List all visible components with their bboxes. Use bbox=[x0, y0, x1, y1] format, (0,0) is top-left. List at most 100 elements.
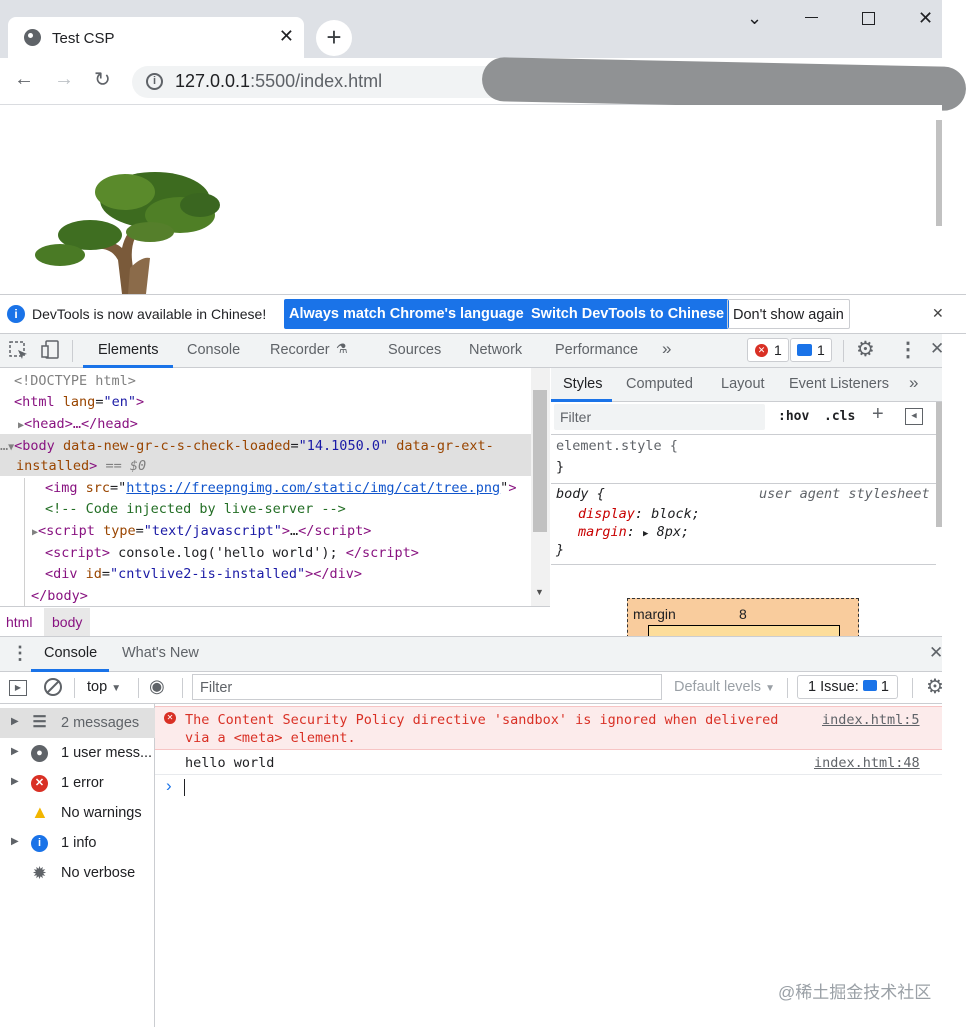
more-tabs-icon[interactable]: » bbox=[909, 373, 918, 393]
cls-toggle[interactable]: .cls bbox=[824, 409, 855, 424]
prompt-chevron-icon: › bbox=[166, 776, 172, 795]
elements-scrollbar[interactable]: ▼ bbox=[531, 368, 550, 606]
styles-tabbar: Styles Computed Layout Event Listeners » bbox=[551, 368, 942, 402]
script-line-2[interactable]: <script> console.log('hello world'); </s… bbox=[45, 545, 419, 561]
margin-declaration[interactable]: margin: ▶ 8px; bbox=[578, 524, 689, 540]
body-open-line[interactable]: …▼<body data-new-gr-c-s-check-loaded="14… bbox=[0, 438, 494, 454]
tab-performance[interactable]: Performance bbox=[555, 342, 638, 358]
div-line[interactable]: <div id="cntvlive2-is-installed"></div> bbox=[45, 566, 362, 582]
switch-to-chinese-button[interactable]: Switch DevTools to Chinese bbox=[526, 299, 730, 329]
close-tab-icon[interactable]: ✕ bbox=[279, 26, 294, 47]
box-margin-value[interactable]: 8 bbox=[739, 606, 747, 622]
sidebar-item-info[interactable]: ▶ i 1 info bbox=[0, 828, 155, 858]
console-error-message[interactable]: ✕ The Content Security Policy directive … bbox=[155, 706, 942, 750]
body-rule-selector[interactable]: body { bbox=[556, 486, 605, 502]
sidebar-item-messages[interactable]: ▶ ☰ 2 messages bbox=[0, 708, 155, 738]
info-icon: i bbox=[31, 835, 48, 852]
kebab-menu-icon[interactable]: ⋮ bbox=[898, 337, 918, 362]
globe-icon bbox=[24, 29, 41, 46]
new-tab-button[interactable]: + bbox=[316, 20, 352, 56]
device-toolbar-icon[interactable] bbox=[41, 340, 61, 360]
new-rule-icon[interactable]: + bbox=[872, 403, 884, 426]
head-line[interactable]: ▶<head>…</head> bbox=[18, 416, 138, 432]
toggle-sidebar-icon[interactable]: ▶ bbox=[9, 680, 27, 696]
tab-sources[interactable]: Sources bbox=[388, 342, 441, 358]
error-count-badge[interactable]: ✕ 1 bbox=[747, 338, 789, 362]
drawer-menu-icon[interactable]: ⋮ bbox=[11, 643, 29, 664]
log-source-link[interactable]: index.html:48 bbox=[814, 755, 920, 771]
console-filter-input[interactable]: Filter bbox=[192, 674, 662, 700]
text-cursor bbox=[184, 779, 185, 796]
eye-icon[interactable]: ◉ bbox=[149, 676, 165, 697]
element-style-rule[interactable]: element.style { bbox=[556, 438, 678, 454]
always-match-language-button[interactable]: Always match Chrome's language bbox=[284, 299, 529, 329]
doctype-line[interactable]: <!DOCTYPE html> bbox=[14, 373, 136, 389]
breadcrumb-body[interactable]: body bbox=[44, 608, 91, 636]
tab-search-icon[interactable]: ⌄ bbox=[747, 8, 762, 29]
html-open-line[interactable]: <html lang="en"> bbox=[14, 394, 144, 410]
close-drawer-icon[interactable]: ✕ bbox=[929, 643, 943, 663]
context-selector[interactable]: top ▼ bbox=[87, 679, 121, 695]
warning-icon: ▲ bbox=[31, 802, 49, 822]
tab-layout[interactable]: Layout bbox=[721, 376, 765, 392]
tab-recorder[interactable]: Recorder bbox=[270, 342, 330, 358]
tab-elements[interactable]: Elements bbox=[98, 342, 158, 358]
body-close-line[interactable]: </body> bbox=[31, 588, 88, 604]
dont-show-again-button[interactable]: Don't show again bbox=[727, 299, 850, 329]
hov-toggle[interactable]: :hov bbox=[778, 409, 809, 424]
bug-icon: ✹ bbox=[33, 865, 46, 882]
console-settings-gear-icon[interactable]: ⚙ bbox=[926, 674, 944, 699]
tab-computed[interactable]: Computed bbox=[626, 376, 693, 392]
console-prompt[interactable]: › bbox=[155, 776, 942, 798]
expand-triangle-icon: ▶ bbox=[643, 529, 649, 539]
tab-console[interactable]: Console bbox=[187, 342, 240, 358]
tab-network[interactable]: Network bbox=[469, 342, 522, 358]
tab-event-listeners[interactable]: Event Listeners bbox=[789, 376, 889, 392]
close-window-icon[interactable]: ✕ bbox=[918, 8, 933, 29]
error-icon: ✕ bbox=[31, 775, 48, 792]
display-declaration[interactable]: display: block; bbox=[578, 506, 700, 522]
sidebar-item-user-messages[interactable]: ▶ ● 1 user mess... bbox=[0, 738, 155, 768]
console-log-message[interactable]: hello world index.html:48 bbox=[155, 751, 942, 775]
browser-tab[interactable]: Test CSP ✕ bbox=[8, 17, 304, 59]
info-icon: i bbox=[7, 305, 25, 323]
inspect-element-icon[interactable] bbox=[9, 341, 29, 361]
img-line[interactable]: <img src="https://freepngimg.com/static/… bbox=[45, 480, 516, 496]
close-infobar-icon[interactable]: ✕ bbox=[932, 305, 944, 322]
issues-count-badge[interactable]: 1 bbox=[790, 338, 832, 362]
back-icon[interactable]: ← bbox=[14, 68, 34, 91]
watermark: @稀土掘金技术社区 bbox=[778, 983, 932, 1002]
more-tabs-icon[interactable]: » bbox=[662, 339, 671, 359]
minimize-icon[interactable] bbox=[805, 17, 818, 18]
issues-icon bbox=[862, 680, 877, 691]
img-src-link[interactable]: https://freepngimg.com/static/img/cat/tr… bbox=[126, 480, 500, 496]
rule-close-brace: } bbox=[556, 542, 565, 558]
styles-scrollbar[interactable] bbox=[936, 402, 942, 527]
script-line-1[interactable]: ▶<script type="text/javascript">…</scrip… bbox=[32, 523, 371, 539]
clear-console-icon[interactable] bbox=[44, 678, 62, 696]
site-info-icon[interactable]: i bbox=[146, 73, 163, 90]
drawer-tab-whats-new[interactable]: What's New bbox=[122, 645, 199, 661]
page-scrollbar[interactable] bbox=[936, 120, 942, 226]
error-source-link[interactable]: index.html:5 bbox=[822, 712, 920, 728]
sidebar-item-warnings[interactable]: ▲ No warnings bbox=[0, 798, 155, 828]
styles-filter-input[interactable]: Filter bbox=[554, 404, 765, 430]
comment-line[interactable]: <!-- Code injected by live-server --> bbox=[45, 501, 346, 517]
sidebar-item-verbose[interactable]: ✹ No verbose bbox=[0, 858, 155, 888]
toggle-sidebar-icon[interactable]: ◀ bbox=[905, 408, 923, 425]
tab-styles[interactable]: Styles bbox=[563, 376, 603, 392]
reload-icon[interactable]: ↻ bbox=[94, 67, 111, 92]
forward-icon[interactable]: → bbox=[54, 68, 74, 91]
settings-gear-icon[interactable]: ⚙ bbox=[856, 337, 875, 362]
log-levels-dropdown[interactable]: Default levels ▼ bbox=[674, 679, 775, 695]
close-devtools-icon[interactable]: ✕ bbox=[930, 339, 944, 359]
log-text: hello world bbox=[185, 755, 275, 771]
breadcrumb-html[interactable]: html bbox=[6, 614, 32, 630]
error-text-line-2: via a <meta> element. bbox=[185, 730, 356, 746]
maximize-icon[interactable] bbox=[862, 12, 875, 25]
body-open-line-wrap[interactable]: installed> == $0 bbox=[16, 458, 146, 474]
console-sidebar: ▶ ☰ 2 messages ▶ ● 1 user mess... ▶ ✕ 1 error … bbox=[0, 704, 155, 1027]
drawer-tab-console[interactable]: Console bbox=[44, 645, 97, 661]
console-issues-button[interactable]: 1 Issue: 1 bbox=[797, 675, 898, 699]
sidebar-item-errors[interactable]: ▶ ✕ 1 error bbox=[0, 768, 155, 798]
